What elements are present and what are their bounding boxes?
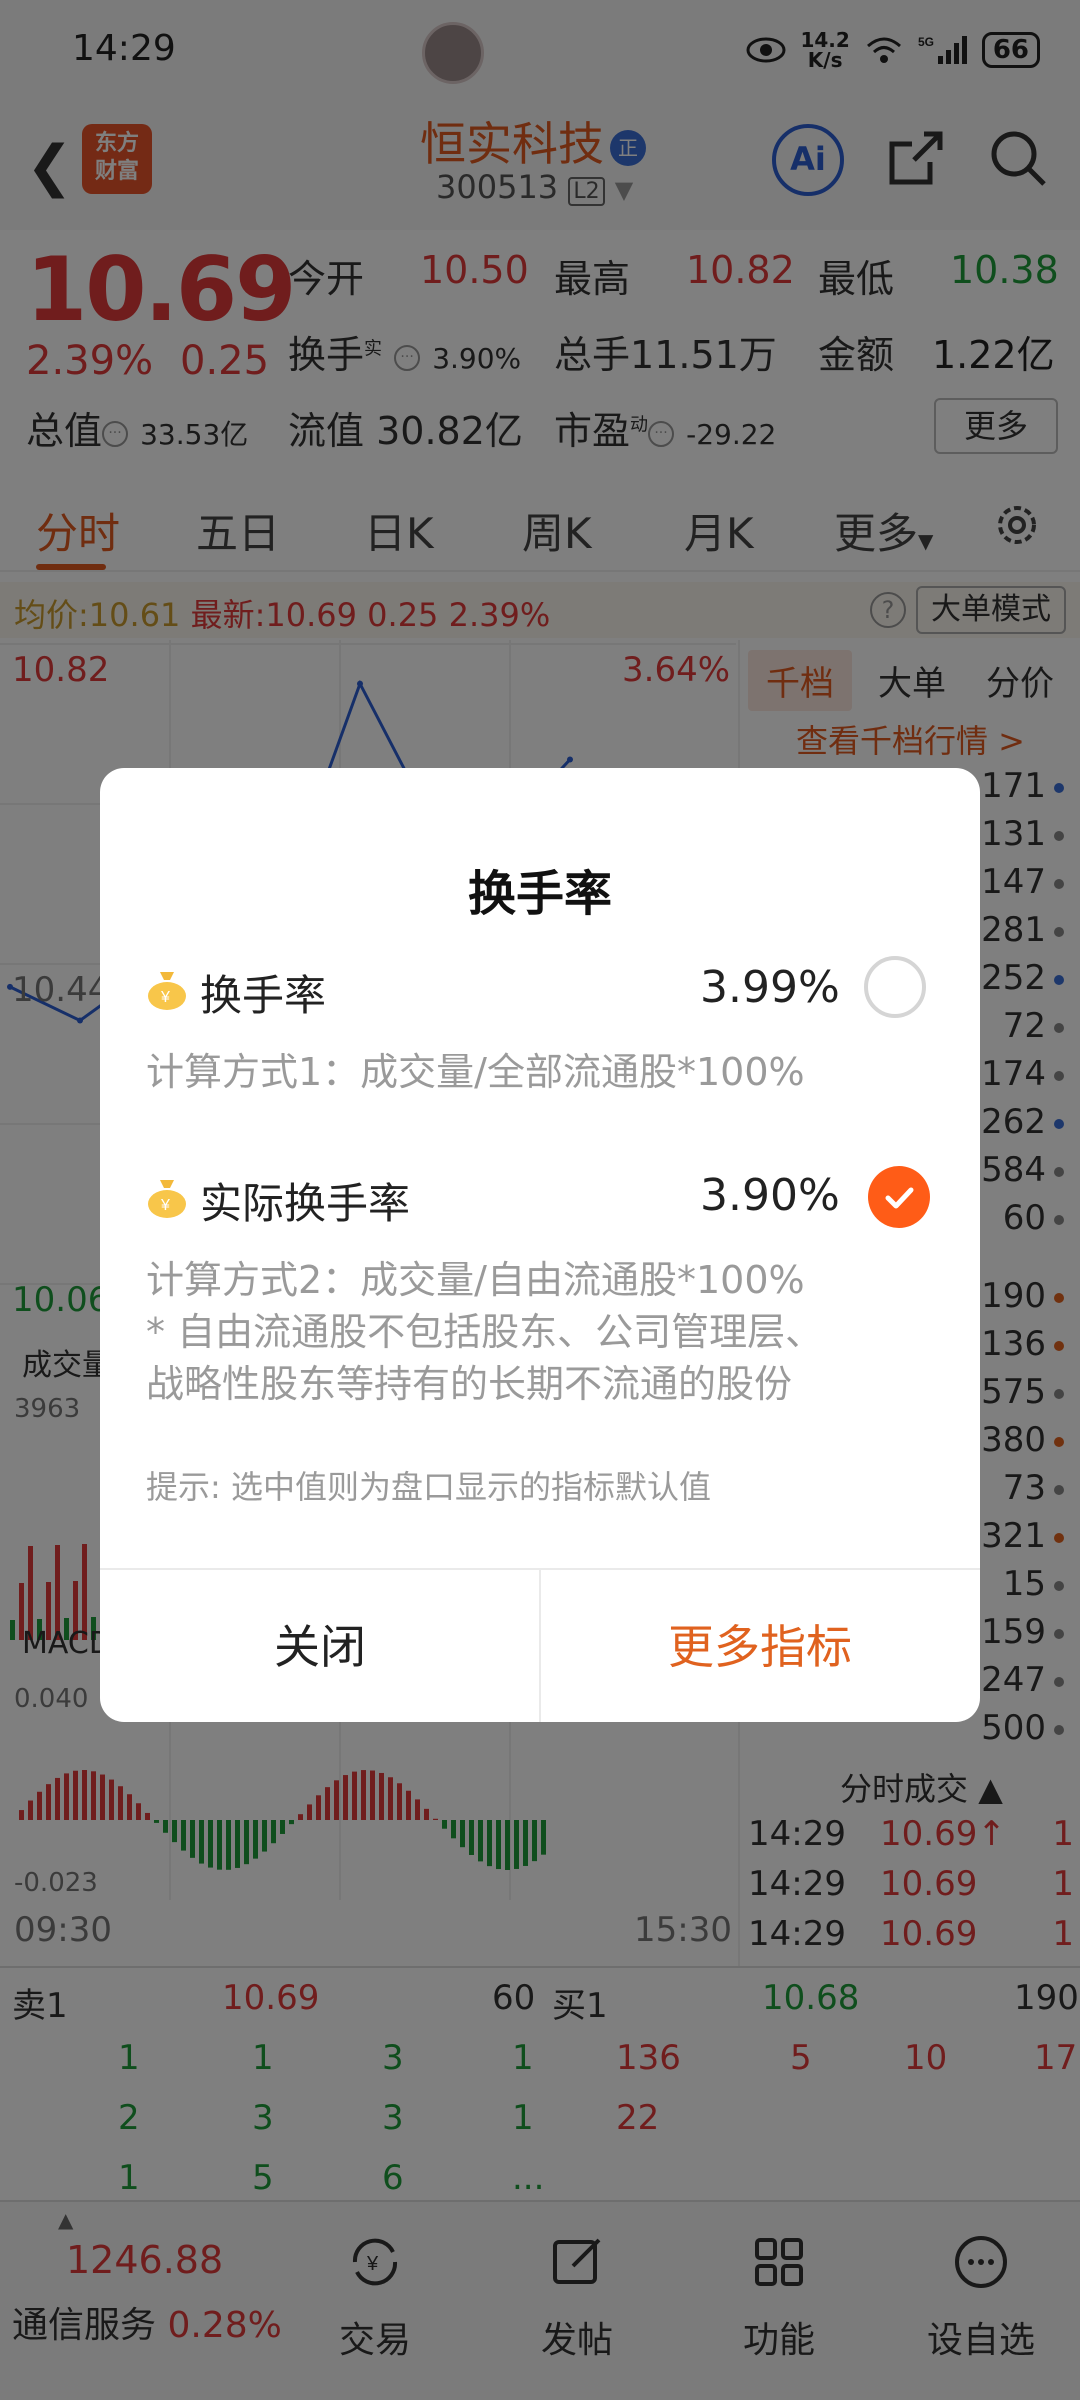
dialog-title: 换手率 <box>467 866 612 922</box>
more-indicators-button[interactable]: 更多指标 <box>540 1570 980 1722</box>
svg-text:¥: ¥ <box>160 1197 170 1214</box>
option1-desc: 计算方式1：成交量/全部流通股*100% <box>146 1050 805 1094</box>
money-bag-icon: ¥ <box>148 1180 186 1218</box>
option1-label[interactable]: 换手率 <box>200 962 326 1023</box>
option1-radio[interactable] <box>864 956 926 1018</box>
money-bag-icon: ¥ <box>148 972 186 1010</box>
svg-text:¥: ¥ <box>160 989 170 1006</box>
close-button[interactable]: 关闭 <box>100 1570 540 1722</box>
option2-value[interactable]: 3.90% <box>700 1170 840 1221</box>
dialog-hint: 提示: 选中值则为盘口显示的指标默认值 <box>146 1468 711 1506</box>
check-icon <box>885 1187 914 1209</box>
option2-desc: 计算方式2：成交量/自由流通股*100% * 自由流通股不包括股东、公司管理层、… <box>146 1258 824 1406</box>
option2-radio-checked[interactable] <box>868 1166 930 1228</box>
dialog-buttons: 关闭 更多指标 <box>100 1568 980 1722</box>
option2-label[interactable]: 实际换手率 <box>200 1170 410 1231</box>
option1-value[interactable]: 3.99% <box>700 962 840 1013</box>
turnover-dialog: 换手率 ¥ 换手率 3.99% 计算方式1：成交量/全部流通股*100% ¥ 实… <box>100 768 980 1722</box>
